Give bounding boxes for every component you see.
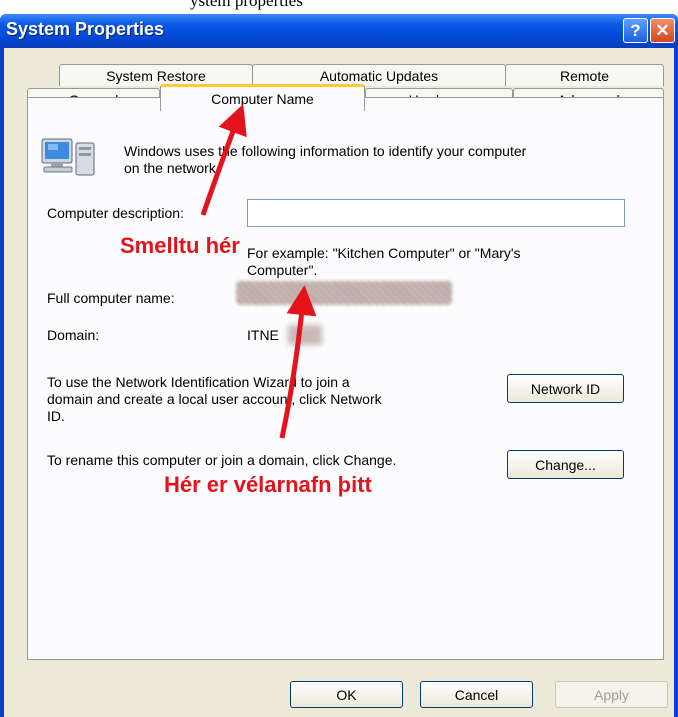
network-text-line3: ID. (47, 408, 65, 424)
network-text-line2: domain and create a local user account, … (47, 391, 382, 407)
tab-automatic-updates[interactable]: Automatic Updates (252, 64, 506, 86)
computer-description-input[interactable] (247, 199, 625, 227)
network-text-line1: To use the Network Identification Wizard… (47, 374, 350, 390)
tab-label: Computer Name (211, 91, 314, 107)
example-text-line2: Computer". (247, 262, 318, 278)
tab-label: Automatic Updates (319, 67, 439, 84)
intro-text-line1: Windows uses the following information t… (124, 143, 527, 159)
title-bar[interactable]: System Properties ? ✕ (0, 14, 678, 48)
tab-computer-name[interactable]: Computer Name (160, 84, 365, 111)
computer-icon (41, 138, 95, 176)
cancel-button[interactable]: Cancel (420, 681, 533, 708)
domain-label: Domain: (47, 327, 100, 343)
click-here-annotation: Smelltu hér (120, 233, 240, 258)
description-label: Computer description: (47, 205, 184, 221)
close-button[interactable]: ✕ (650, 18, 675, 43)
help-button[interactable]: ? (623, 18, 648, 43)
full-computer-name-value (236, 281, 452, 305)
rename-text: To rename this computer or join a domain… (47, 452, 397, 468)
network-id-button[interactable]: Network ID (507, 374, 624, 403)
caption-text: ystem properties (190, 0, 303, 10)
computer-name-annotation: Hér er vélarnafn þitt (164, 472, 372, 497)
intro-text-line2: on the network. (124, 160, 220, 176)
change-button[interactable]: Change... (507, 450, 624, 479)
tab-label: Remote (559, 67, 610, 84)
domain-value-redaction (288, 325, 322, 345)
tab-remote[interactable]: Remote (505, 64, 664, 86)
domain-value: ITNE (247, 327, 279, 343)
close-icon: ✕ (655, 20, 670, 40)
window-title: System Properties (6, 19, 165, 39)
help-icon: ? (630, 20, 641, 40)
ok-button[interactable]: OK (290, 681, 403, 708)
full-name-label: Full computer name: (47, 290, 175, 306)
apply-button[interactable]: Apply (555, 681, 668, 708)
tab-system-restore[interactable]: System Restore (59, 64, 253, 86)
tab-label: System Restore (106, 67, 206, 84)
example-text-line1: For example: "Kitchen Computer" or "Mary… (247, 245, 521, 261)
